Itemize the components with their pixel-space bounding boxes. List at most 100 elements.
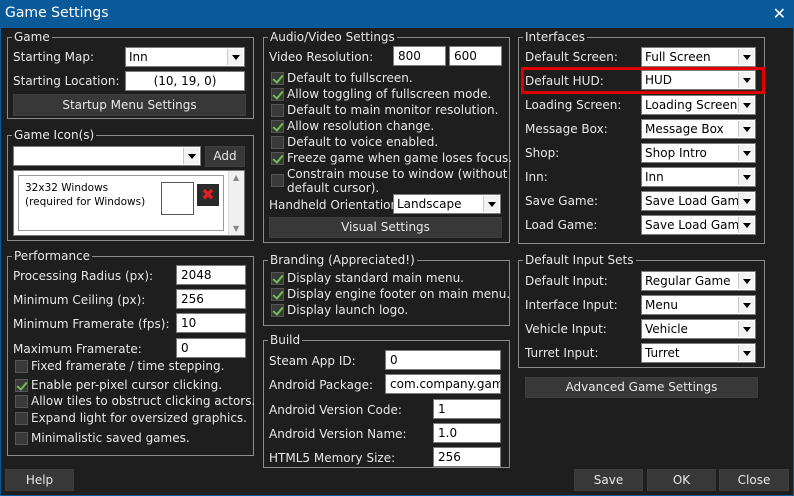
turret-input-label: Turret Input: <box>525 346 599 360</box>
android-version-code-field[interactable]: 1 <box>433 399 501 419</box>
launch-logo-label: Display launch logo. <box>287 303 409 317</box>
icon-list: 32x32 Windows (required for Windows) ✖ ▲… <box>13 170 245 236</box>
maximum-framerate-label: Maximum Framerate: <box>13 342 142 356</box>
handheld-orientation-select[interactable]: Landscape <box>393 194 501 214</box>
chevron-down-icon <box>227 49 243 65</box>
inn-value: Inn <box>645 170 664 184</box>
icon-list-item[interactable]: 32x32 Windows (required for Windows) ✖ <box>18 175 224 231</box>
game-icons-legend: Game Icon(s) <box>14 128 95 142</box>
delete-icon: ✖ <box>201 185 215 204</box>
interface-input-select[interactable]: Menu <box>641 295 756 315</box>
default-input-select[interactable]: Regular Game <box>641 271 756 291</box>
icon-list-item-label: 32x32 Windows (required for Windows) <box>25 182 146 208</box>
ok-button[interactable]: OK <box>647 469 716 491</box>
expand-light-label: Expand light for oversized graphics. <box>31 411 247 425</box>
audio-video-legend: Audio/Video Settings <box>270 30 395 44</box>
message-box-value: Message Box <box>645 122 724 136</box>
tiles-obstruct-label: Allow tiles to obstruct clicking actors. <box>31 394 256 408</box>
standard-main-menu-checkbox[interactable] <box>271 272 284 285</box>
load-game-select[interactable]: Save Load Game <box>641 215 756 235</box>
maximum-framerate-field[interactable]: 0 <box>176 338 246 358</box>
save-button[interactable]: Save <box>574 469 643 491</box>
launch-logo-checkbox[interactable] <box>271 304 284 317</box>
starting-map-value: Inn <box>129 50 148 64</box>
loading-screen-value: Loading Screen <box>645 98 738 112</box>
chevron-down-icon <box>483 196 499 212</box>
message-box-select[interactable]: Message Box <box>641 119 756 139</box>
voice-enabled-checkbox[interactable] <box>271 136 284 149</box>
fixed-framerate-checkbox[interactable] <box>15 360 28 373</box>
processing-radius-label: Processing Radius (px): <box>13 269 154 283</box>
expand-light-checkbox[interactable] <box>15 412 28 425</box>
voice-enabled-label: Default to voice enabled. <box>287 135 439 149</box>
scroll-up-icon[interactable]: ▲ <box>233 173 239 182</box>
minimalistic-saves-checkbox[interactable] <box>15 432 28 445</box>
remove-icon-button[interactable]: ✖ <box>197 184 219 206</box>
vehicle-input-select[interactable]: Vehicle <box>641 319 756 339</box>
starting-location-field[interactable]: (10, 19, 0) <box>125 71 245 91</box>
add-icon-button[interactable]: Add <box>205 146 245 167</box>
minimum-ceiling-field[interactable]: 256 <box>176 289 246 309</box>
default-screen-select[interactable]: Full Screen <box>641 47 756 67</box>
icon-list-scrollbar[interactable]: ▲ ▼ <box>228 171 244 235</box>
chevron-down-icon <box>738 321 754 337</box>
interface-input-label: Interface Input: <box>525 298 618 312</box>
turret-input-select[interactable]: Turret <box>641 343 756 363</box>
close-button[interactable]: Close <box>719 469 789 491</box>
resolution-width-field[interactable]: 800 <box>393 46 446 66</box>
save-game-select[interactable]: Save Load Game <box>641 191 756 211</box>
per-pixel-cursor-label: Enable per-pixel cursor clicking. <box>31 378 223 392</box>
resolution-change-checkbox[interactable] <box>271 120 284 133</box>
load-game-value: Save Load Game <box>645 218 747 232</box>
vehicle-input-value: Vehicle <box>645 322 688 336</box>
fixed-framerate-label: Fixed framerate / time stepping. <box>31 359 225 373</box>
save-game-value: Save Load Game <box>645 194 747 208</box>
steam-app-id-label: Steam App ID: <box>269 354 356 368</box>
shop-label: Shop: <box>525 146 560 160</box>
load-game-label: Load Game: <box>525 218 598 232</box>
starting-location-label: Starting Location: <box>13 74 120 88</box>
save-game-label: Save Game: <box>525 194 599 208</box>
shop-select[interactable]: Shop Intro <box>641 143 756 163</box>
handheld-orientation-label: Handheld Orientation: <box>269 198 403 212</box>
android-package-label: Android Package: <box>269 378 373 392</box>
interface-input-value: Menu <box>645 298 678 312</box>
android-version-name-field[interactable]: 1.0 <box>433 423 501 443</box>
default-screen-value: Full Screen <box>645 50 711 64</box>
engine-footer-label: Display engine footer on main menu. <box>287 287 511 301</box>
tiles-obstruct-checkbox[interactable] <box>15 395 28 408</box>
chevron-down-icon <box>183 148 199 164</box>
android-version-code-label: Android Version Code: <box>269 403 402 417</box>
scroll-down-icon[interactable]: ▼ <box>233 224 239 233</box>
loading-screen-select[interactable]: Loading Screen <box>641 95 756 115</box>
close-icon[interactable]: ✕ <box>773 4 786 23</box>
per-pixel-cursor-checkbox[interactable] <box>15 379 28 392</box>
resolution-change-label: Allow resolution change. <box>287 119 435 133</box>
resolution-height-field[interactable]: 600 <box>449 46 502 66</box>
build-legend: Build <box>270 333 301 347</box>
steam-app-id-field[interactable]: 0 <box>385 350 501 370</box>
turret-input-value: Turret <box>645 346 680 360</box>
minimum-framerate-field[interactable]: 10 <box>176 313 246 333</box>
default-fullscreen-label: Default to fullscreen. <box>287 71 413 85</box>
android-package-field[interactable]: com.company.game <box>385 374 501 394</box>
processing-radius-field[interactable]: 2048 <box>176 265 246 285</box>
default-fullscreen-checkbox[interactable] <box>271 72 284 85</box>
help-button[interactable]: Help <box>5 469 74 491</box>
toggle-fullscreen-checkbox[interactable] <box>271 88 284 101</box>
handheld-orientation-value: Landscape <box>397 197 462 211</box>
inn-select[interactable]: Inn <box>641 167 756 187</box>
freeze-on-focus-loss-checkbox[interactable] <box>271 152 284 165</box>
advanced-game-settings-button[interactable]: Advanced Game Settings <box>525 377 758 398</box>
game-icon-select[interactable] <box>13 146 201 166</box>
html5-memory-field[interactable]: 256 <box>433 447 501 467</box>
engine-footer-checkbox[interactable] <box>271 288 284 301</box>
startup-menu-settings-button[interactable]: Startup Menu Settings <box>13 94 246 116</box>
visual-settings-button[interactable]: Visual Settings <box>269 217 502 238</box>
android-version-name-label: Android Version Name: <box>269 427 407 441</box>
message-box-label: Message Box: <box>525 122 608 136</box>
main-monitor-resolution-checkbox[interactable] <box>271 104 284 117</box>
inn-label: Inn: <box>525 170 548 184</box>
constrain-mouse-checkbox[interactable] <box>271 174 284 187</box>
starting-map-select[interactable]: Inn <box>125 47 245 67</box>
